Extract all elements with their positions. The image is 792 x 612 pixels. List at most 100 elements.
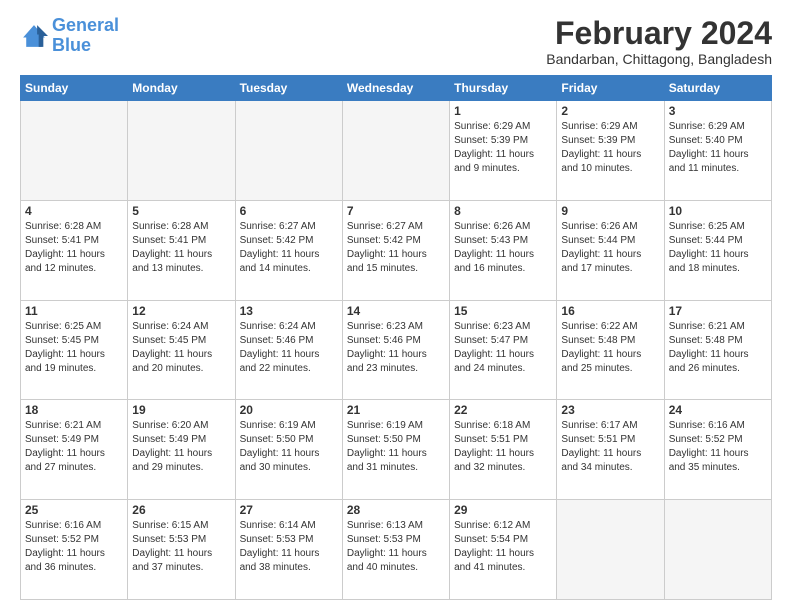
title-block: February 2024 Bandarban, Chittagong, Ban… <box>546 16 772 67</box>
day-number: 8 <box>454 204 552 218</box>
day-cell: 14Sunrise: 6:23 AM Sunset: 5:46 PM Dayli… <box>342 300 449 400</box>
day-number: 9 <box>561 204 659 218</box>
day-cell: 18 Sunrise: 6:21 AM Sunset: 5:49 PM Dayli… <box>21 400 128 500</box>
day-cell: 28 Sunrise: 6:13 AM Sunset: 5:53 PM Dayli… <box>342 500 449 600</box>
day-info: Sunrise: 6:27 AM Sunset: 5:42 PM Dayligh… <box>347 220 445 276</box>
day-info: Sunrise: 6:25 AM Sunset: 5:45 PM Dayligh… <box>25 320 123 376</box>
week-row-3: 18 Sunrise: 6:21 AM Sunset: 5:49 PM Dayli… <box>21 400 772 500</box>
day-info: Sunrise: 6:18 AM Sunset: 5:51 PM Dayligh… <box>454 419 552 475</box>
logo-text: General Blue <box>52 16 119 56</box>
day-cell: 23 Sunrise: 6:17 AM Sunset: 5:51 PM Dayli… <box>557 400 664 500</box>
day-info: Sunrise: 6:29 AM Sunset: 5:40 PM Dayligh… <box>669 120 767 176</box>
day-cell: 25 Sunrise: 6:16 AM Sunset: 5:52 PM Dayli… <box>21 500 128 600</box>
day-number: 10 <box>669 204 767 218</box>
day-number: 27 <box>240 503 338 517</box>
day-cell: 22Sunrise: 6:18 AM Sunset: 5:51 PM Dayli… <box>450 400 557 500</box>
day-info: Sunrise: 6:19 AM Sunset: 5:50 PM Dayligh… <box>347 419 445 475</box>
day-cell: 5 Sunrise: 6:28 AM Sunset: 5:41 PM Daylig… <box>128 200 235 300</box>
day-info: Sunrise: 6:28 AM Sunset: 5:41 PM Dayligh… <box>25 220 123 276</box>
day-info: Sunrise: 6:19 AM Sunset: 5:50 PM Dayligh… <box>240 419 338 475</box>
day-info: Sunrise: 6:12 AM Sunset: 5:54 PM Dayligh… <box>454 519 552 575</box>
day-number: 5 <box>132 204 230 218</box>
day-cell: 15 Sunrise: 6:23 AM Sunset: 5:47 PM Dayli… <box>450 300 557 400</box>
day-info: Sunrise: 6:15 AM Sunset: 5:53 PM Dayligh… <box>132 519 230 575</box>
day-number: 25 <box>25 503 123 517</box>
day-cell: 16 Sunrise: 6:22 AM Sunset: 5:48 PM Dayli… <box>557 300 664 400</box>
day-number: 26 <box>132 503 230 517</box>
day-number: 18 <box>25 403 123 417</box>
day-number: 16 <box>561 304 659 318</box>
day-number: 15 <box>454 304 552 318</box>
page: General Blue February 2024 Bandarban, Ch… <box>0 0 792 612</box>
day-cell: 20 Sunrise: 6:19 AM Sunset: 5:50 PM Dayli… <box>235 400 342 500</box>
day-info: Sunrise: 6:27 AM Sunset: 5:42 PM Dayligh… <box>240 220 338 276</box>
day-info: Sunrise: 6:26 AM Sunset: 5:43 PM Dayligh… <box>454 220 552 276</box>
day-cell <box>235 101 342 201</box>
week-row-0: 1 Sunrise: 6:29 AM Sunset: 5:39 PM Daylig… <box>21 101 772 201</box>
day-info: Sunrise: 6:14 AM Sunset: 5:53 PM Dayligh… <box>240 519 338 575</box>
logo-blue: Blue <box>52 36 119 56</box>
day-number: 3 <box>669 104 767 118</box>
day-cell: 26 Sunrise: 6:15 AM Sunset: 5:53 PM Dayli… <box>128 500 235 600</box>
day-cell <box>664 500 771 600</box>
day-number: 13 <box>240 304 338 318</box>
day-cell: 9 Sunrise: 6:26 AM Sunset: 5:44 PM Daylig… <box>557 200 664 300</box>
day-cell: 6 Sunrise: 6:27 AM Sunset: 5:42 PM Daylig… <box>235 200 342 300</box>
day-number: 1 <box>454 104 552 118</box>
day-cell: 11Sunrise: 6:25 AM Sunset: 5:45 PM Dayli… <box>21 300 128 400</box>
day-cell <box>128 101 235 201</box>
day-number: 24 <box>669 403 767 417</box>
day-number: 20 <box>240 403 338 417</box>
calendar-subtitle: Bandarban, Chittagong, Bangladesh <box>546 51 772 67</box>
day-info: Sunrise: 6:22 AM Sunset: 5:48 PM Dayligh… <box>561 320 659 376</box>
col-tuesday: Tuesday <box>235 76 342 101</box>
day-info: Sunrise: 6:28 AM Sunset: 5:41 PM Dayligh… <box>132 220 230 276</box>
day-number: 23 <box>561 403 659 417</box>
week-row-4: 25 Sunrise: 6:16 AM Sunset: 5:52 PM Dayli… <box>21 500 772 600</box>
day-cell: 7 Sunrise: 6:27 AM Sunset: 5:42 PM Daylig… <box>342 200 449 300</box>
day-cell: 29 Sunrise: 6:12 AM Sunset: 5:54 PM Dayli… <box>450 500 557 600</box>
day-cell: 19Sunrise: 6:20 AM Sunset: 5:49 PM Dayli… <box>128 400 235 500</box>
week-row-1: 4 Sunrise: 6:28 AM Sunset: 5:41 PM Daylig… <box>21 200 772 300</box>
day-number: 29 <box>454 503 552 517</box>
col-sunday: Sunday <box>21 76 128 101</box>
day-info: Sunrise: 6:23 AM Sunset: 5:47 PM Dayligh… <box>454 320 552 376</box>
day-cell: 17Sunrise: 6:21 AM Sunset: 5:48 PM Dayli… <box>664 300 771 400</box>
day-cell <box>342 101 449 201</box>
day-info: Sunrise: 6:24 AM Sunset: 5:46 PM Dayligh… <box>240 320 338 376</box>
day-info: Sunrise: 6:16 AM Sunset: 5:52 PM Dayligh… <box>669 419 767 475</box>
day-info: Sunrise: 6:24 AM Sunset: 5:45 PM Dayligh… <box>132 320 230 376</box>
day-cell: 8 Sunrise: 6:26 AM Sunset: 5:43 PM Daylig… <box>450 200 557 300</box>
day-info: Sunrise: 6:21 AM Sunset: 5:49 PM Dayligh… <box>25 419 123 475</box>
header: General Blue February 2024 Bandarban, Ch… <box>20 16 772 67</box>
day-info: Sunrise: 6:16 AM Sunset: 5:52 PM Dayligh… <box>25 519 123 575</box>
col-wednesday: Wednesday <box>342 76 449 101</box>
day-cell: 3 Sunrise: 6:29 AM Sunset: 5:40 PM Daylig… <box>664 101 771 201</box>
calendar-title: February 2024 <box>546 16 772 51</box>
day-info: Sunrise: 6:23 AM Sunset: 5:46 PM Dayligh… <box>347 320 445 376</box>
day-info: Sunrise: 6:13 AM Sunset: 5:53 PM Dayligh… <box>347 519 445 575</box>
day-cell: 2 Sunrise: 6:29 AM Sunset: 5:39 PM Daylig… <box>557 101 664 201</box>
day-cell: 12 Sunrise: 6:24 AM Sunset: 5:45 PM Dayli… <box>128 300 235 400</box>
col-friday: Friday <box>557 76 664 101</box>
day-cell: 13 Sunrise: 6:24 AM Sunset: 5:46 PM Dayli… <box>235 300 342 400</box>
day-cell: 1Sunrise: 6:29 AM Sunset: 5:39 PM Daylig… <box>450 101 557 201</box>
day-number: 6 <box>240 204 338 218</box>
day-cell <box>557 500 664 600</box>
logo-general: General <box>52 15 119 35</box>
day-cell: 27 Sunrise: 6:14 AM Sunset: 5:53 PM Dayli… <box>235 500 342 600</box>
logo: General Blue <box>20 16 119 56</box>
day-info: Sunrise: 6:26 AM Sunset: 5:44 PM Dayligh… <box>561 220 659 276</box>
col-saturday: Saturday <box>664 76 771 101</box>
day-info: Sunrise: 6:17 AM Sunset: 5:51 PM Dayligh… <box>561 419 659 475</box>
day-info: Sunrise: 6:21 AM Sunset: 5:48 PM Dayligh… <box>669 320 767 376</box>
col-thursday: Thursday <box>450 76 557 101</box>
day-number: 21 <box>347 403 445 417</box>
day-number: 12 <box>132 304 230 318</box>
day-number: 7 <box>347 204 445 218</box>
day-number: 2 <box>561 104 659 118</box>
day-number: 28 <box>347 503 445 517</box>
day-cell: 21 Sunrise: 6:19 AM Sunset: 5:50 PM Dayli… <box>342 400 449 500</box>
day-number: 4 <box>25 204 123 218</box>
day-info: Sunrise: 6:29 AM Sunset: 5:39 PM Dayligh… <box>561 120 659 176</box>
